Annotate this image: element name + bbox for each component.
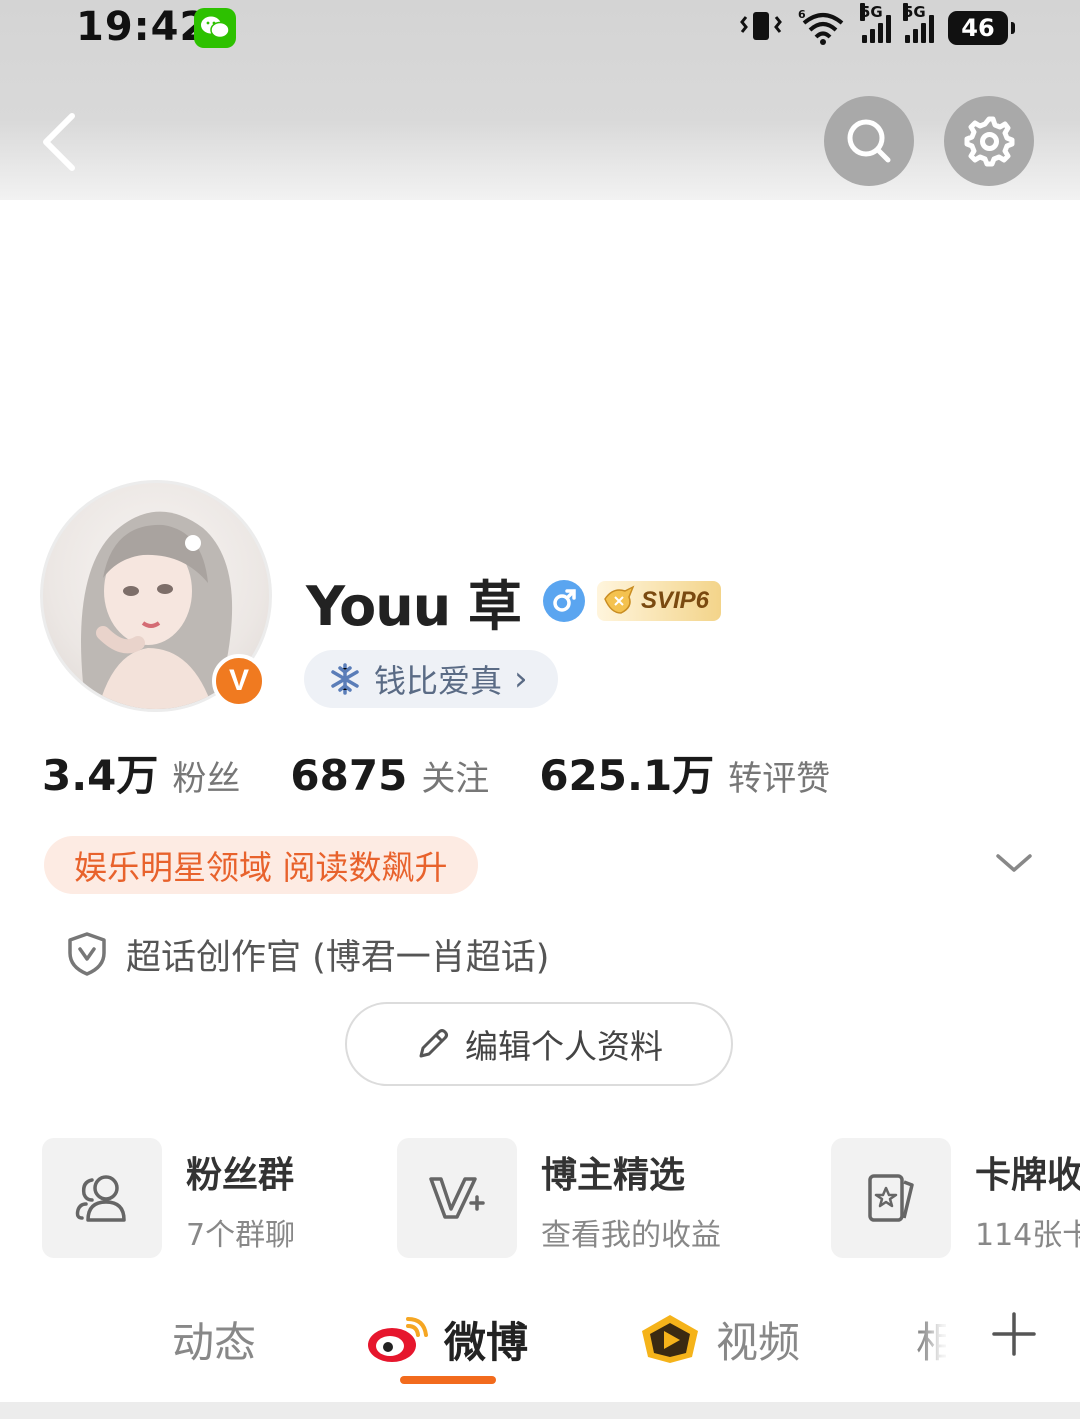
battery-icon: 46 (948, 11, 1015, 45)
pencil-icon (419, 1029, 448, 1058)
add-tab-button[interactable] (990, 1310, 1038, 1358)
fan-group-card[interactable] (42, 1138, 162, 1258)
svg-text:6: 6 (798, 8, 806, 21)
stat-number: 3.4万 (42, 751, 159, 800)
back-button[interactable] (36, 110, 86, 174)
tab-label: 动态 (172, 1317, 257, 1367)
tab-weibo[interactable]: 微博 (366, 1304, 528, 1374)
chevron-right-icon: › (514, 659, 528, 699)
profile-tabs: 动态 微博 视频 相 (0, 1290, 1080, 1402)
edit-profile-label: 编辑个人资料 (465, 1027, 663, 1066)
search-button[interactable] (824, 96, 914, 186)
signature-tag[interactable]: 钱比爱真 › (304, 650, 558, 708)
expand-button[interactable] (994, 848, 1034, 878)
snowflake-icon (331, 663, 359, 695)
card-subtitle: 查看我的收益 (541, 1218, 721, 1253)
svip-label: SVIP6 (640, 587, 709, 614)
edit-profile-button[interactable]: 编辑个人资料 (345, 1002, 733, 1086)
active-tab-indicator (400, 1376, 496, 1384)
card-collection-card[interactable] (831, 1138, 951, 1258)
group-icon (75, 1175, 126, 1222)
content-divider (0, 1402, 1080, 1419)
feature-cards: 粉丝群 7个群聊 博主精选 查看我的收益 卡牌收 114张卡 (0, 1138, 1080, 1260)
tab-dynamics[interactable]: 动态 (172, 1304, 256, 1374)
creator-badge-text: 超话创作官 (博君一肖超话) (126, 937, 550, 978)
chevron-left-icon (43, 113, 75, 171)
tab-label: 视频 (716, 1317, 801, 1367)
signature-tag-label: 钱比爱真 (374, 662, 503, 700)
stat-label: 粉丝 (172, 759, 241, 799)
wifi-icon: 6 (798, 7, 848, 49)
signal-2-label: 5G (903, 3, 926, 21)
stats-row: 3.4万 粉丝 6875 关注 625.1万 转评赞 (42, 742, 880, 802)
card-title[interactable]: 卡牌收 (975, 1146, 1080, 1198)
card-title[interactable]: 博主精选 (541, 1146, 685, 1198)
weibo-icon (368, 1317, 428, 1362)
stat-number: 6875 (290, 751, 408, 800)
signal-icon-1: 5G (860, 3, 891, 43)
stat-label: 转评赞 (728, 759, 831, 799)
card-subtitle: 114张卡 (975, 1218, 1080, 1253)
stat-followers[interactable]: 3.4万 粉丝 (42, 742, 240, 803)
svip-wing-icon (604, 585, 635, 614)
stat-number: 625.1万 (539, 751, 715, 800)
signal-1-label: 5G (860, 3, 883, 21)
svip-badge[interactable]: SVIP6 (596, 581, 721, 621)
v-plus-icon (429, 1177, 485, 1219)
status-bar: 19:42 6 5G 5G 46 (0, 0, 1080, 60)
stat-interactions[interactable]: 625.1万 转评赞 (539, 742, 830, 803)
chevron-down-icon (996, 854, 1032, 872)
user-name: Youu 草 (306, 574, 522, 638)
plus-icon (992, 1312, 1036, 1356)
video-icon (642, 1315, 698, 1363)
card-subtitle: 7个群聊 (186, 1218, 296, 1253)
header-area: 19:42 6 5G 5G 46 (0, 0, 1080, 200)
creator-badge-row[interactable]: 超话创作官 (博君一肖超话) (66, 926, 549, 982)
signal-icon-2: 5G (903, 3, 934, 43)
domain-tag[interactable]: 娱乐明星领域 阅读数飙升 (44, 836, 478, 894)
gear-icon (964, 116, 1015, 167)
male-icon (542, 580, 585, 622)
status-icons: 6 5G 5G 46 (738, 3, 1015, 50)
card-title[interactable]: 粉丝群 (186, 1146, 294, 1198)
vibrate-icon (738, 9, 784, 47)
search-icon (847, 119, 891, 163)
card-icon (868, 1174, 914, 1222)
status-time: 19:42 (76, 4, 209, 50)
settings-button[interactable] (944, 96, 1034, 186)
shield-icon (68, 932, 106, 976)
tab-video[interactable]: 视频 (638, 1304, 800, 1374)
battery-level: 46 (961, 14, 995, 42)
name-row: Youu 草 SVIP6 (306, 568, 721, 638)
verified-badge: V (212, 654, 266, 708)
stat-label: 关注 (421, 759, 490, 799)
tab-label: 微博 (444, 1317, 529, 1367)
stat-following[interactable]: 6875 关注 (290, 751, 489, 800)
creator-picks-card[interactable] (397, 1138, 517, 1258)
wechat-icon (194, 8, 236, 48)
